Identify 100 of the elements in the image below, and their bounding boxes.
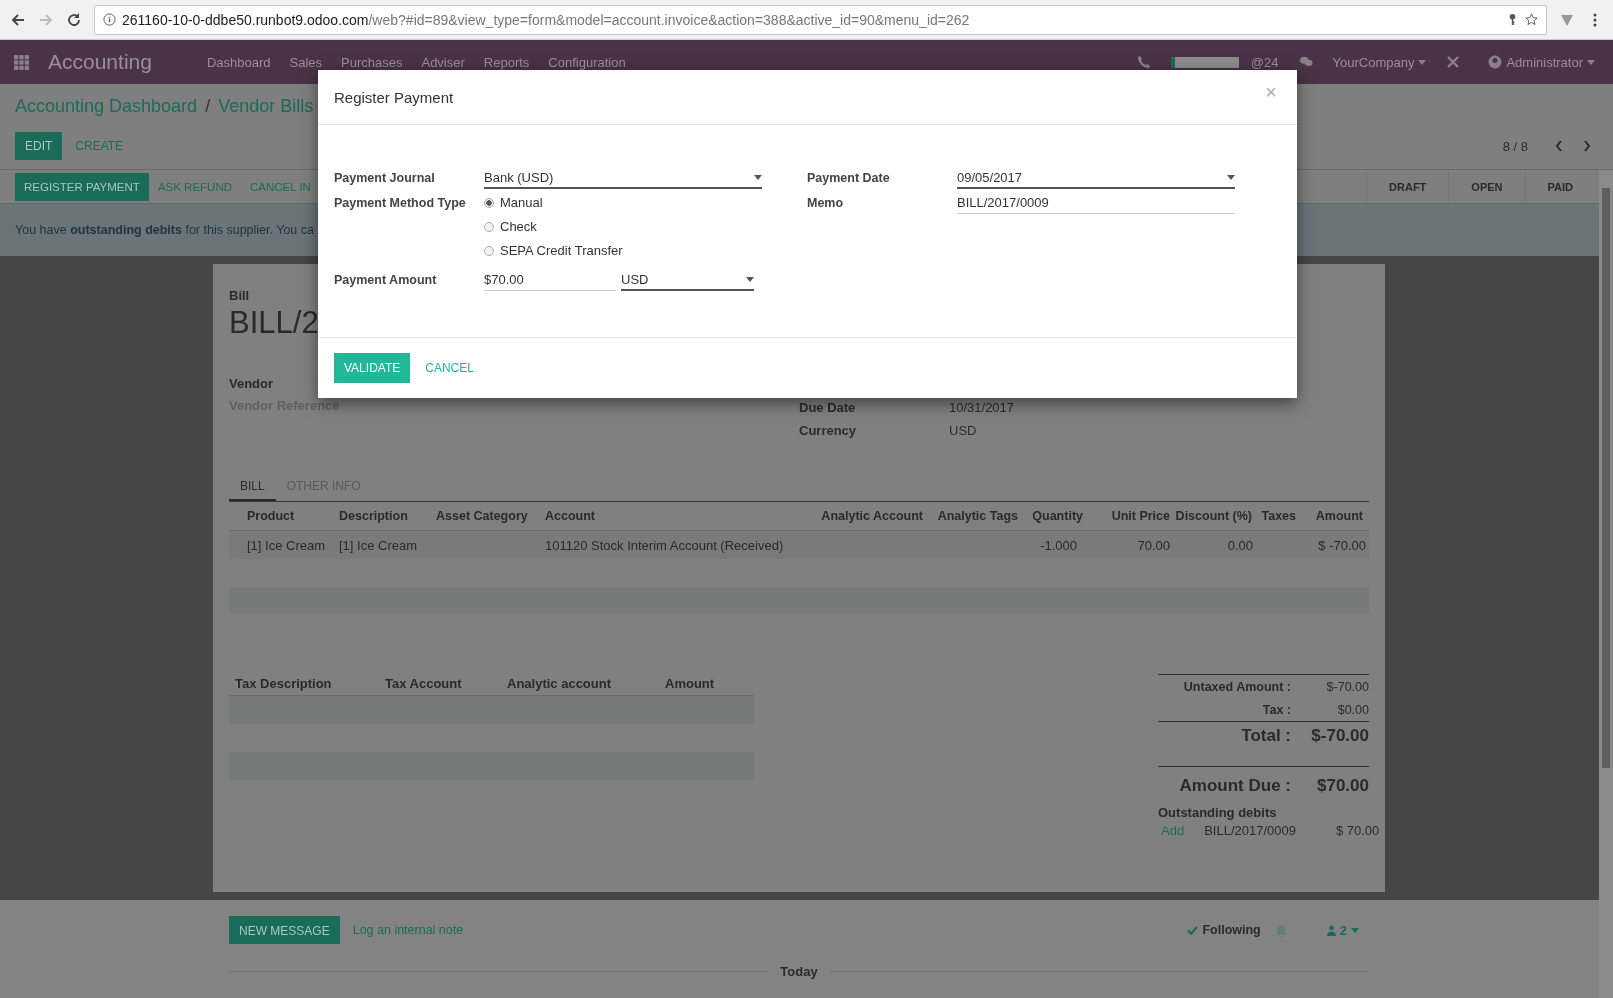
radio-button[interactable]: [484, 197, 494, 208]
total-label: Total :: [1241, 726, 1291, 746]
field-label: Currency: [799, 423, 858, 438]
caret-icon[interactable]: [1587, 59, 1595, 65]
table-cell: 70.00: [1137, 537, 1170, 553]
total-value: $-70.00: [1310, 726, 1369, 746]
caret-icon: [1227, 175, 1235, 180]
check-icon: [1187, 925, 1199, 935]
column-header: Amount: [1314, 509, 1364, 523]
action-button[interactable]: REGISTER PAYMENT: [15, 172, 149, 201]
info-icon[interactable]: [103, 13, 116, 26]
person-icon: [1326, 924, 1336, 936]
amount-field[interactable]: $70.00: [484, 272, 616, 291]
mentions-counter[interactable]: @24: [1250, 54, 1279, 70]
caret-icon[interactable]: [1418, 59, 1427, 65]
journal-select[interactable]: Bank (USD): [484, 170, 762, 189]
document-number: BILL/2: [229, 305, 320, 341]
total-value: $-70.00: [1325, 679, 1369, 694]
caret-icon: [754, 175, 762, 180]
field-label: Payment Journal: [334, 170, 436, 185]
user-menu[interactable]: Administrator: [1506, 54, 1595, 70]
total-label: Amount Due :: [1179, 776, 1291, 796]
table-cell: $ -70.00: [1318, 537, 1366, 553]
debit-reference: BILL/2017/0009: [1204, 823, 1296, 838]
reload-icon[interactable]: [66, 11, 82, 28]
column-header: Asset Category: [435, 509, 529, 523]
chat-icon[interactable]: [1298, 55, 1313, 69]
field-value: USD: [949, 423, 977, 438]
status-stage[interactable]: DRAFT: [1366, 170, 1449, 203]
table-cell: 0.00: [1227, 537, 1253, 553]
scrollbar-thumb[interactable]: [1602, 188, 1610, 768]
radio-button[interactable]: [484, 245, 494, 256]
total-label: Tax :: [1262, 702, 1291, 717]
status-stage[interactable]: OPEN: [1448, 170, 1525, 203]
column-header: Unit Price: [1110, 509, 1170, 523]
total-value: $0.00: [1336, 702, 1369, 717]
phone-icon[interactable]: [1136, 55, 1151, 69]
table-cell: -1.000: [1040, 537, 1077, 553]
column-header: Analytic account: [506, 676, 613, 691]
company-switcher[interactable]: YourCompany: [1332, 54, 1427, 70]
back-icon[interactable]: [10, 11, 26, 28]
column-header: Analytic Tags: [936, 509, 1019, 523]
menu-item[interactable]: Purchases: [341, 54, 403, 70]
date-separator: Today: [780, 964, 818, 979]
menu-item[interactable]: Configuration: [548, 54, 626, 70]
forward-icon[interactable]: [38, 11, 54, 28]
close-button[interactable]: ×: [1261, 80, 1281, 104]
cancel-button[interactable]: CANCEL: [416, 353, 483, 383]
column-header: Discount (%): [1174, 509, 1253, 523]
tab[interactable]: BILL: [229, 479, 276, 501]
field-label: Memo: [807, 195, 845, 210]
document-type-label: Bill: [229, 288, 251, 303]
currency-select[interactable]: USD: [621, 272, 754, 291]
column-header: Tax Account: [384, 676, 463, 691]
table-cell: [1] Ice Cream: [247, 537, 326, 553]
radio-label[interactable]: Manual: [500, 195, 543, 210]
app-title: Accounting: [48, 50, 152, 74]
field-label: Due Date: [799, 400, 857, 415]
star-icon[interactable]: [1525, 13, 1538, 26]
apps-grid-icon[interactable]: [13, 53, 30, 71]
breadcrumb-current: Vendor Bills: [218, 96, 314, 117]
following-button[interactable]: Following: [1187, 923, 1261, 937]
field-label: Payment Date: [807, 170, 891, 185]
pager-counter: 8 / 8: [1502, 138, 1528, 154]
edit-button[interactable]: EDIT: [15, 132, 63, 160]
radio-label[interactable]: Check: [500, 219, 537, 234]
menu-item[interactable]: Sales: [289, 54, 323, 70]
field-label: Payment Method Type: [334, 195, 467, 210]
column-header: Taxes: [1260, 509, 1297, 523]
outstanding-title: Outstanding debits: [1158, 805, 1278, 820]
new-message-button[interactable]: NEW MESSAGE: [229, 916, 340, 944]
radio-label[interactable]: SEPA Credit Transfer: [500, 243, 623, 258]
caret-icon: [1351, 927, 1359, 933]
field-label: Vendor: [229, 376, 274, 391]
column-header: Quantity: [1031, 509, 1084, 523]
field-value: 10/31/2017: [949, 400, 1015, 415]
dialog-title: Register Payment: [334, 88, 454, 106]
menu-item[interactable]: Dashboard: [206, 54, 271, 70]
caret-icon: [746, 277, 754, 282]
column-header: Product: [246, 509, 296, 523]
table-cell: 101120 Stock Interim Account (Received): [545, 537, 784, 553]
breadcrumb-separator: /: [205, 96, 211, 117]
radio-button[interactable]: [484, 221, 494, 232]
field-label: Payment Amount: [334, 272, 438, 287]
menu-item[interactable]: Adviser: [421, 54, 465, 70]
previous-icon[interactable]: [1554, 139, 1564, 153]
column-header: Description: [338, 509, 409, 523]
table-cell: [1] Ice Cream: [339, 537, 418, 553]
memo-field[interactable]: BILL/2017/0009: [957, 195, 1235, 214]
menu-item[interactable]: Reports: [483, 54, 530, 70]
column-header: Amount: [664, 676, 716, 691]
next-icon[interactable]: [1582, 139, 1592, 153]
status-stage[interactable]: PAID: [1524, 170, 1595, 203]
tools-icon[interactable]: [1446, 55, 1461, 69]
column-header: Account: [544, 509, 596, 523]
avatar-icon: [1488, 55, 1503, 69]
column-header: Tax Description: [234, 676, 333, 691]
validate-button[interactable]: VALIDATE: [334, 353, 411, 383]
address-bar[interactable]: 261160-10-0-ddbe50.runbot9.odoo.com/web?#id=89&view_type=form&model=account.invoice&action=388&active_id=90&menu_id=262: [94, 4, 1547, 35]
date-field[interactable]: 09/05/2017: [957, 170, 1235, 189]
